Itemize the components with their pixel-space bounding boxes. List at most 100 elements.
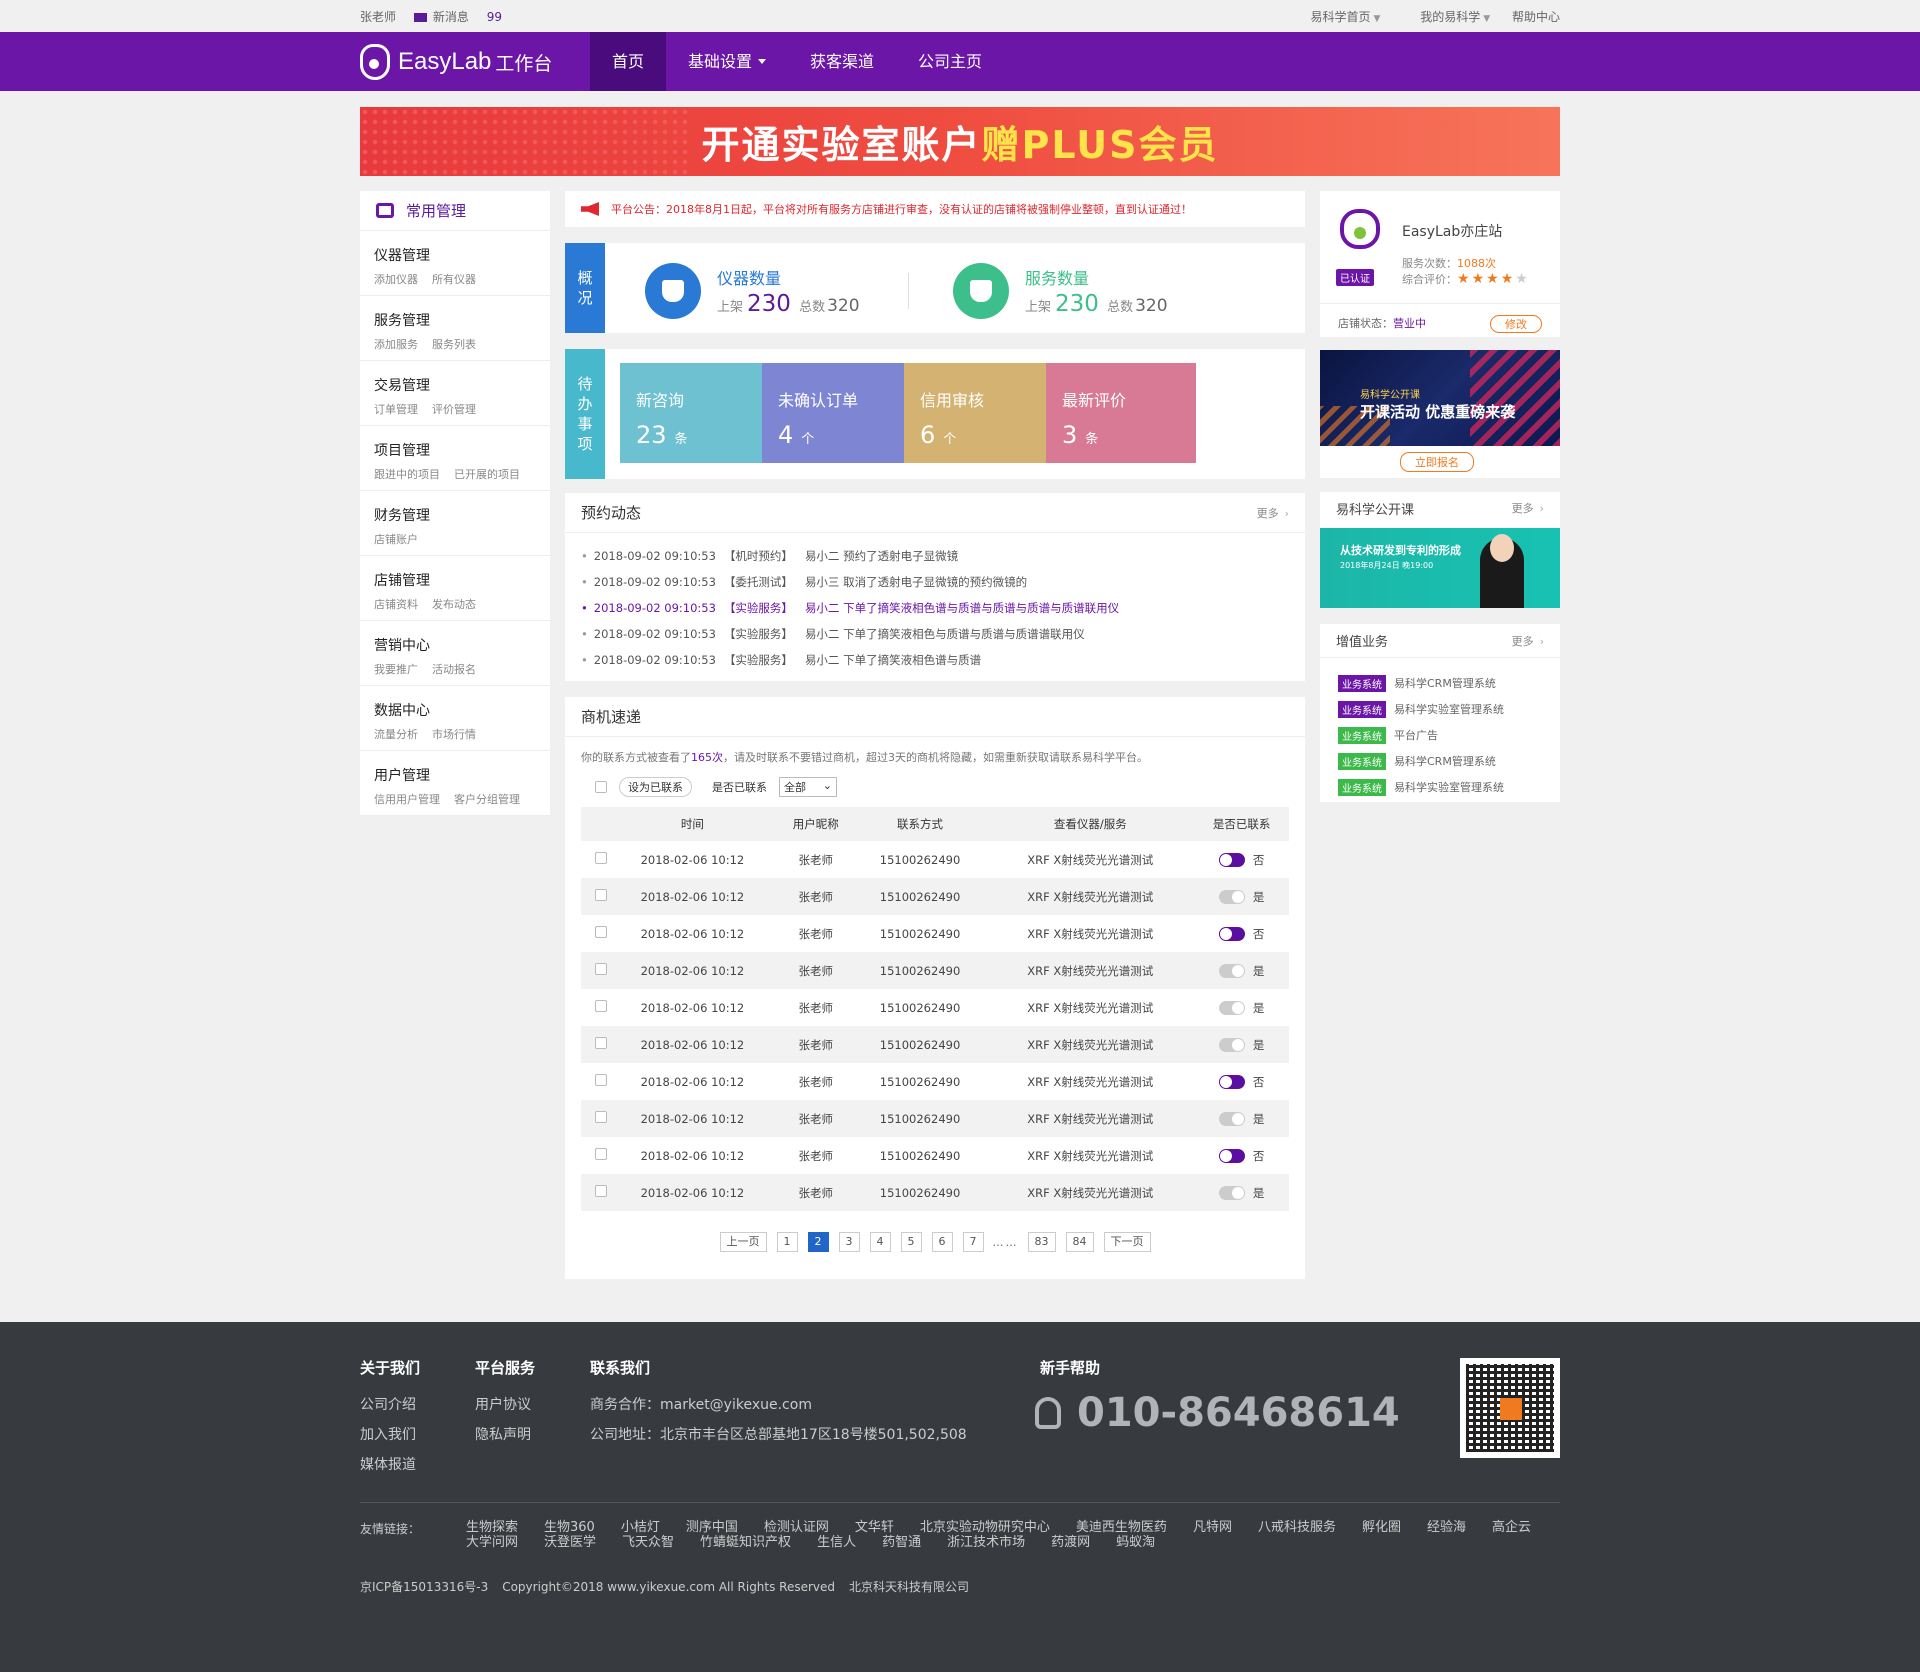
friend-link[interactable]: 大学问网 xyxy=(466,1535,518,1550)
todo-card[interactable]: 信用审核 6 个 xyxy=(904,363,1054,463)
footer-link[interactable]: 商务合作：market@yikexue.com xyxy=(590,1394,1040,1424)
sidebar-sub-link[interactable]: 发布动态 xyxy=(432,598,476,611)
booking-item[interactable]: 2018-09-02 09:10:53【机时预约】易小二 预约了透射电子显微镜 xyxy=(581,543,1305,569)
service-item[interactable]: 业务系统 易科学实验室管理系统 xyxy=(1338,774,1560,800)
service-item[interactable]: 业务系统 平台广告 xyxy=(1338,722,1560,748)
sidebar-sub-link[interactable]: 我要推广 xyxy=(374,663,418,676)
promo-banner[interactable]: 开通实验室账户赠PLUS会员 xyxy=(360,107,1560,176)
page-button[interactable]: 83 xyxy=(1027,1232,1056,1252)
page-button[interactable]: 5 xyxy=(900,1232,922,1252)
page-button[interactable]: 6 xyxy=(931,1232,953,1252)
logo[interactable]: EasyLab 工作台 xyxy=(360,42,552,82)
sidebar-group-title[interactable]: 营销中心 xyxy=(374,635,550,655)
course-image[interactable]: 从技术研发到专利的形成 2018年8月24日 晚19:00 xyxy=(1320,528,1560,608)
row-checkbox[interactable] xyxy=(595,1148,607,1160)
sidebar-sub-link[interactable]: 流量分析 xyxy=(374,728,418,741)
sidebar-sub-link[interactable]: 已开展的项目 xyxy=(454,468,520,481)
user-name[interactable]: 张老师 xyxy=(360,10,396,24)
sidebar-group-title[interactable]: 交易管理 xyxy=(374,375,550,395)
row-checkbox[interactable] xyxy=(595,1074,607,1086)
friend-link[interactable]: 药渡网 xyxy=(1051,1535,1090,1550)
footer-link[interactable]: 媒体报道 xyxy=(360,1454,475,1484)
nav-channels[interactable]: 获客渠道 xyxy=(788,32,896,91)
friend-link[interactable]: 沃登医学 xyxy=(544,1535,596,1550)
top-link-home[interactable]: 易科学首页 ▼ xyxy=(1292,10,1380,24)
contacted-toggle[interactable] xyxy=(1218,927,1245,941)
service-item[interactable]: 业务系统 易科学CRM管理系统 xyxy=(1338,670,1560,696)
sidebar-group-title[interactable]: 服务管理 xyxy=(374,310,550,330)
sidebar-sub-link[interactable]: 添加仪器 xyxy=(374,273,418,286)
nav-basic-settings[interactable]: 基础设置 xyxy=(666,32,788,91)
sidebar-sub-link[interactable]: 店铺资料 xyxy=(374,598,418,611)
edit-shop-button[interactable]: 修改 xyxy=(1490,315,1542,333)
friend-link[interactable]: 北京实验动物研究中心 xyxy=(920,1520,1050,1535)
row-checkbox[interactable] xyxy=(595,963,607,975)
sidebar-group-title[interactable]: 仪器管理 xyxy=(374,245,550,265)
row-checkbox[interactable] xyxy=(595,1185,607,1197)
todo-card[interactable]: 未确认订单 4 个 xyxy=(762,363,912,463)
row-checkbox[interactable] xyxy=(595,1111,607,1123)
nav-home[interactable]: 首页 xyxy=(590,32,667,91)
sidebar-sub-link[interactable]: 服务列表 xyxy=(432,338,476,351)
sidebar-group-title[interactable]: 店铺管理 xyxy=(374,570,550,590)
sidebar-group-title[interactable]: 财务管理 xyxy=(374,505,550,525)
service-item[interactable]: 业务系统 易科学实验室管理系统 xyxy=(1338,696,1560,722)
register-button[interactable]: 立即报名 xyxy=(1400,452,1474,472)
sidebar-sub-link[interactable]: 活动报名 xyxy=(432,663,476,676)
friend-link[interactable]: 竹蜻蜓知识产权 xyxy=(700,1535,791,1550)
footer-link[interactable]: 加入我们 xyxy=(360,1424,475,1454)
contacted-filter-select[interactable]: 全部 ⌄ xyxy=(779,777,837,797)
friend-link[interactable]: 经验海 xyxy=(1427,1520,1466,1535)
contacted-toggle[interactable] xyxy=(1218,964,1245,978)
next-page-button[interactable]: 下一页 xyxy=(1103,1232,1151,1252)
more-link[interactable]: 更多 › xyxy=(1512,500,1544,516)
page-button[interactable]: 3 xyxy=(838,1232,860,1252)
friend-link[interactable]: 测序中国 xyxy=(686,1520,738,1535)
footer-link[interactable]: 公司地址：北京市丰台区总部基地17区18号楼501,502,508 xyxy=(590,1424,1040,1454)
sidebar-sub-link[interactable]: 评价管理 xyxy=(432,403,476,416)
contacted-toggle[interactable] xyxy=(1218,1038,1245,1052)
todo-card[interactable]: 最新评价 3 条 xyxy=(1046,363,1196,463)
footer-link[interactable]: 公司介绍 xyxy=(360,1394,475,1424)
page-button[interactable]: 2 xyxy=(807,1232,829,1252)
page-button[interactable]: 84 xyxy=(1065,1232,1094,1252)
friend-link[interactable]: 小桔灯 xyxy=(621,1520,660,1535)
page-button[interactable]: 7 xyxy=(962,1232,984,1252)
friend-link[interactable]: 高企云 xyxy=(1492,1520,1531,1535)
contacted-toggle[interactable] xyxy=(1218,890,1245,904)
top-link-help[interactable]: 帮助中心 xyxy=(1512,10,1560,24)
sidebar-group-title[interactable]: 数据中心 xyxy=(374,700,550,720)
contacted-toggle[interactable] xyxy=(1218,853,1245,867)
row-checkbox[interactable] xyxy=(595,852,607,864)
page-button[interactable]: 1 xyxy=(776,1232,798,1252)
contacted-toggle[interactable] xyxy=(1218,1112,1245,1126)
friend-link[interactable]: 飞天众智 xyxy=(622,1535,674,1550)
sidebar-sub-link[interactable]: 订单管理 xyxy=(374,403,418,416)
new-message-link[interactable]: 新消息 99 xyxy=(413,10,502,24)
footer-link[interactable]: 用户协议 xyxy=(475,1394,590,1424)
sidebar-sub-link[interactable]: 市场行情 xyxy=(432,728,476,741)
mark-contacted-button[interactable]: 设为已联系 xyxy=(619,777,692,797)
sidebar-sub-link[interactable]: 客户分组管理 xyxy=(454,793,520,806)
row-checkbox[interactable] xyxy=(595,926,607,938)
friend-link[interactable]: 生信人 xyxy=(817,1535,856,1550)
friend-link[interactable]: 检测认证网 xyxy=(764,1520,829,1535)
todo-card[interactable]: 新咨询 23 条 xyxy=(620,363,770,463)
friend-link[interactable]: 生物探索 xyxy=(466,1520,518,1535)
sidebar-sub-link[interactable]: 店铺账户 xyxy=(374,533,418,546)
instrument-stat[interactable]: 仪器数量 上架 230 总数 320 xyxy=(645,263,860,319)
booking-item[interactable]: 2018-09-02 09:10:53【委托测试】易小三 取消了透射电子显微镜的… xyxy=(581,569,1305,595)
friend-link[interactable]: 美迪西生物医药 xyxy=(1076,1520,1167,1535)
row-checkbox[interactable] xyxy=(595,1037,607,1049)
friend-link[interactable]: 文华轩 xyxy=(855,1520,894,1535)
service-stat[interactable]: 服务数量 上架 230 总数 320 xyxy=(953,263,1168,319)
more-link[interactable]: 更多 › xyxy=(1512,633,1544,649)
booking-item[interactable]: 2018-09-02 09:10:53【实验服务】易小二 下单了摘笑液相色谱与质… xyxy=(581,595,1305,621)
prev-page-button[interactable]: 上一页 xyxy=(719,1232,767,1252)
contacted-toggle[interactable] xyxy=(1218,1075,1245,1089)
more-link[interactable]: 更多 › xyxy=(1257,505,1289,521)
page-button[interactable]: 4 xyxy=(869,1232,891,1252)
footer-link[interactable]: 隐私声明 xyxy=(475,1424,590,1454)
friend-link[interactable]: 八戒科技服务 xyxy=(1258,1520,1336,1535)
friend-link[interactable]: 凡特网 xyxy=(1193,1520,1232,1535)
